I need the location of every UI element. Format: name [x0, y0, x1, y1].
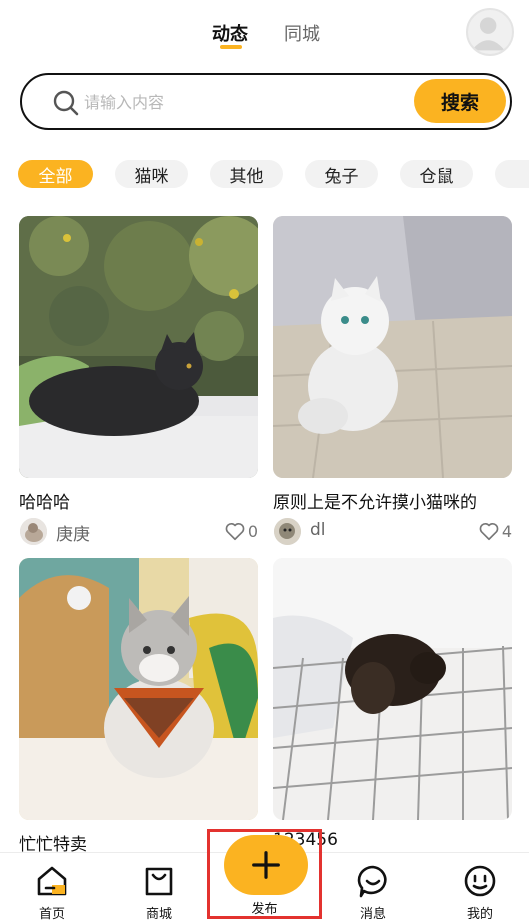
category-rabbit[interactable]: 兔子 [305, 160, 378, 188]
like-button[interactable]: 4 [478, 520, 512, 542]
home-icon [37, 866, 67, 896]
post-image-tabby-cat [19, 558, 258, 820]
nav-messages-label: 消息 [359, 907, 386, 921]
nav-messages[interactable]: 消息 [343, 863, 403, 921]
shopping-bag-icon [145, 867, 173, 896]
plus-icon [252, 851, 280, 879]
heart-icon [225, 523, 245, 541]
category-all[interactable]: 全部 [18, 160, 93, 188]
post-card[interactable]: 哈哈哈 庚庚 0 [19, 216, 258, 546]
top-tab-bar: 动态 同城 [0, 18, 529, 58]
search-button[interactable]: 搜索 [414, 79, 506, 123]
post-title: 原则上是不允许摸小猫咪的 [273, 493, 477, 510]
chat-bubble-icon [357, 865, 387, 898]
category-more[interactable] [495, 160, 529, 188]
author-avatar[interactable] [274, 518, 301, 545]
nav-mine[interactable]: 我的 [450, 863, 510, 921]
heart-icon [479, 523, 499, 541]
author-name[interactable]: 庚庚 [56, 520, 90, 545]
smiley-face-icon [464, 865, 496, 897]
default-avatar-icon [471, 17, 505, 51]
nav-home[interactable]: 首页 [22, 863, 82, 921]
publish-label: 发布 [251, 902, 278, 917]
nav-shop[interactable]: 商城 [129, 863, 189, 921]
tab-same-city[interactable]: 同城 [284, 20, 320, 46]
post-title: 哈哈哈 [19, 493, 70, 510]
publish-highlight-box: 发布 [207, 829, 322, 919]
like-button[interactable]: 0 [224, 520, 258, 542]
like-count: 0 [247, 521, 258, 541]
post-image-black-cat [19, 216, 258, 478]
category-hamster[interactable]: 仓鼠 [400, 160, 473, 188]
tab-active-indicator [220, 45, 242, 49]
nav-shop-label: 商城 [145, 907, 172, 921]
like-count: 4 [501, 521, 512, 541]
category-cats[interactable]: 猫咪 [115, 160, 188, 188]
author-avatar[interactable] [20, 518, 47, 545]
author-name[interactable]: dl [310, 520, 326, 540]
category-other[interactable]: 其他 [210, 160, 283, 188]
nav-mine-label: 我的 [466, 907, 493, 921]
post-image-black-puppy [273, 558, 512, 820]
tab-dynamic[interactable]: 动态 [212, 20, 248, 46]
user-avatar[interactable] [466, 8, 514, 56]
post-image-white-cat [273, 216, 512, 478]
search-bar: 搜索 [20, 73, 512, 130]
search-input[interactable] [84, 89, 404, 115]
category-filter-bar: 全部 猫咪 其他 兔子 仓鼠 [18, 160, 529, 188]
post-card[interactable]: 原则上是不允许摸小猫咪的 dl 4 [273, 216, 512, 546]
post-card[interactable]: 忙忙特卖 [19, 558, 258, 852]
search-icon [53, 90, 79, 116]
nav-home-label: 首页 [38, 907, 65, 921]
publish-button[interactable] [224, 835, 308, 895]
post-meta: 庚庚 0 [19, 518, 258, 546]
post-meta: dl 4 [273, 518, 512, 546]
post-card[interactable]: 123456 [273, 558, 512, 852]
